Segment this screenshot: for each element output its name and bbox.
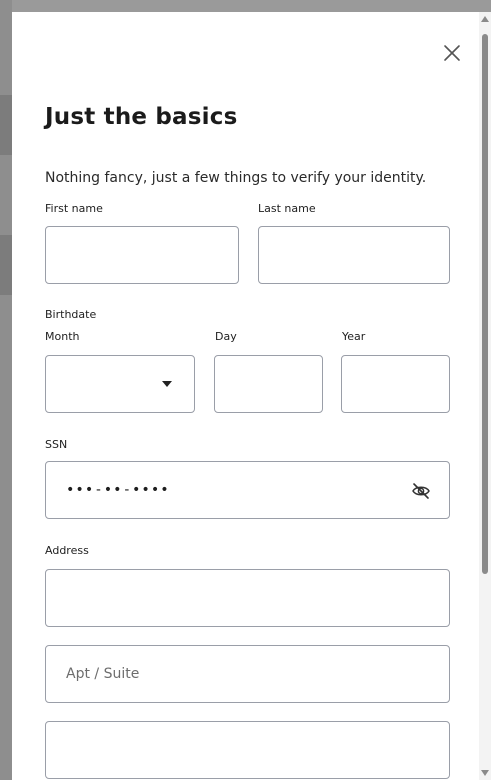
page-title: Just the basics (45, 104, 238, 130)
day-label: Day (215, 330, 237, 343)
year-field[interactable] (341, 355, 450, 413)
day-field[interactable] (214, 355, 323, 413)
address-line3-field[interactable] (45, 721, 450, 779)
backdrop-shade (0, 235, 12, 295)
apt-suite-placeholder: Apt / Suite (66, 666, 140, 682)
backdrop-top (0, 0, 491, 12)
page-subtitle: Nothing fancy, just a few things to veri… (45, 170, 427, 186)
address-label: Address (45, 544, 89, 557)
chevron-down-icon (162, 381, 172, 387)
backdrop-left (0, 0, 12, 780)
year-label: Year (342, 330, 366, 343)
close-icon[interactable] (441, 42, 463, 64)
month-label: Month (45, 330, 80, 343)
ssn-masked-value: •••-••-•••• (66, 482, 170, 498)
vertical-scrollbar[interactable] (479, 12, 491, 780)
last-name-field[interactable] (258, 226, 450, 284)
address-line1-field[interactable] (45, 569, 450, 627)
backdrop-shade (0, 95, 12, 155)
ssn-label: SSN (45, 438, 68, 451)
apt-suite-field[interactable]: Apt / Suite (45, 645, 450, 703)
scroll-up-icon[interactable] (481, 16, 489, 22)
ssn-field[interactable]: •••-••-•••• (45, 461, 450, 519)
scroll-thumb[interactable] (482, 34, 488, 574)
month-select[interactable] (45, 355, 195, 413)
birthdate-label: Birthdate (45, 308, 97, 321)
last-name-label: Last name (258, 202, 316, 215)
scroll-down-icon[interactable] (481, 770, 489, 776)
identity-modal: Just the basics Nothing fancy, just a fe… (12, 12, 479, 780)
first-name-field[interactable] (45, 226, 239, 284)
eye-off-icon[interactable] (411, 481, 431, 501)
first-name-label: First name (45, 202, 103, 215)
